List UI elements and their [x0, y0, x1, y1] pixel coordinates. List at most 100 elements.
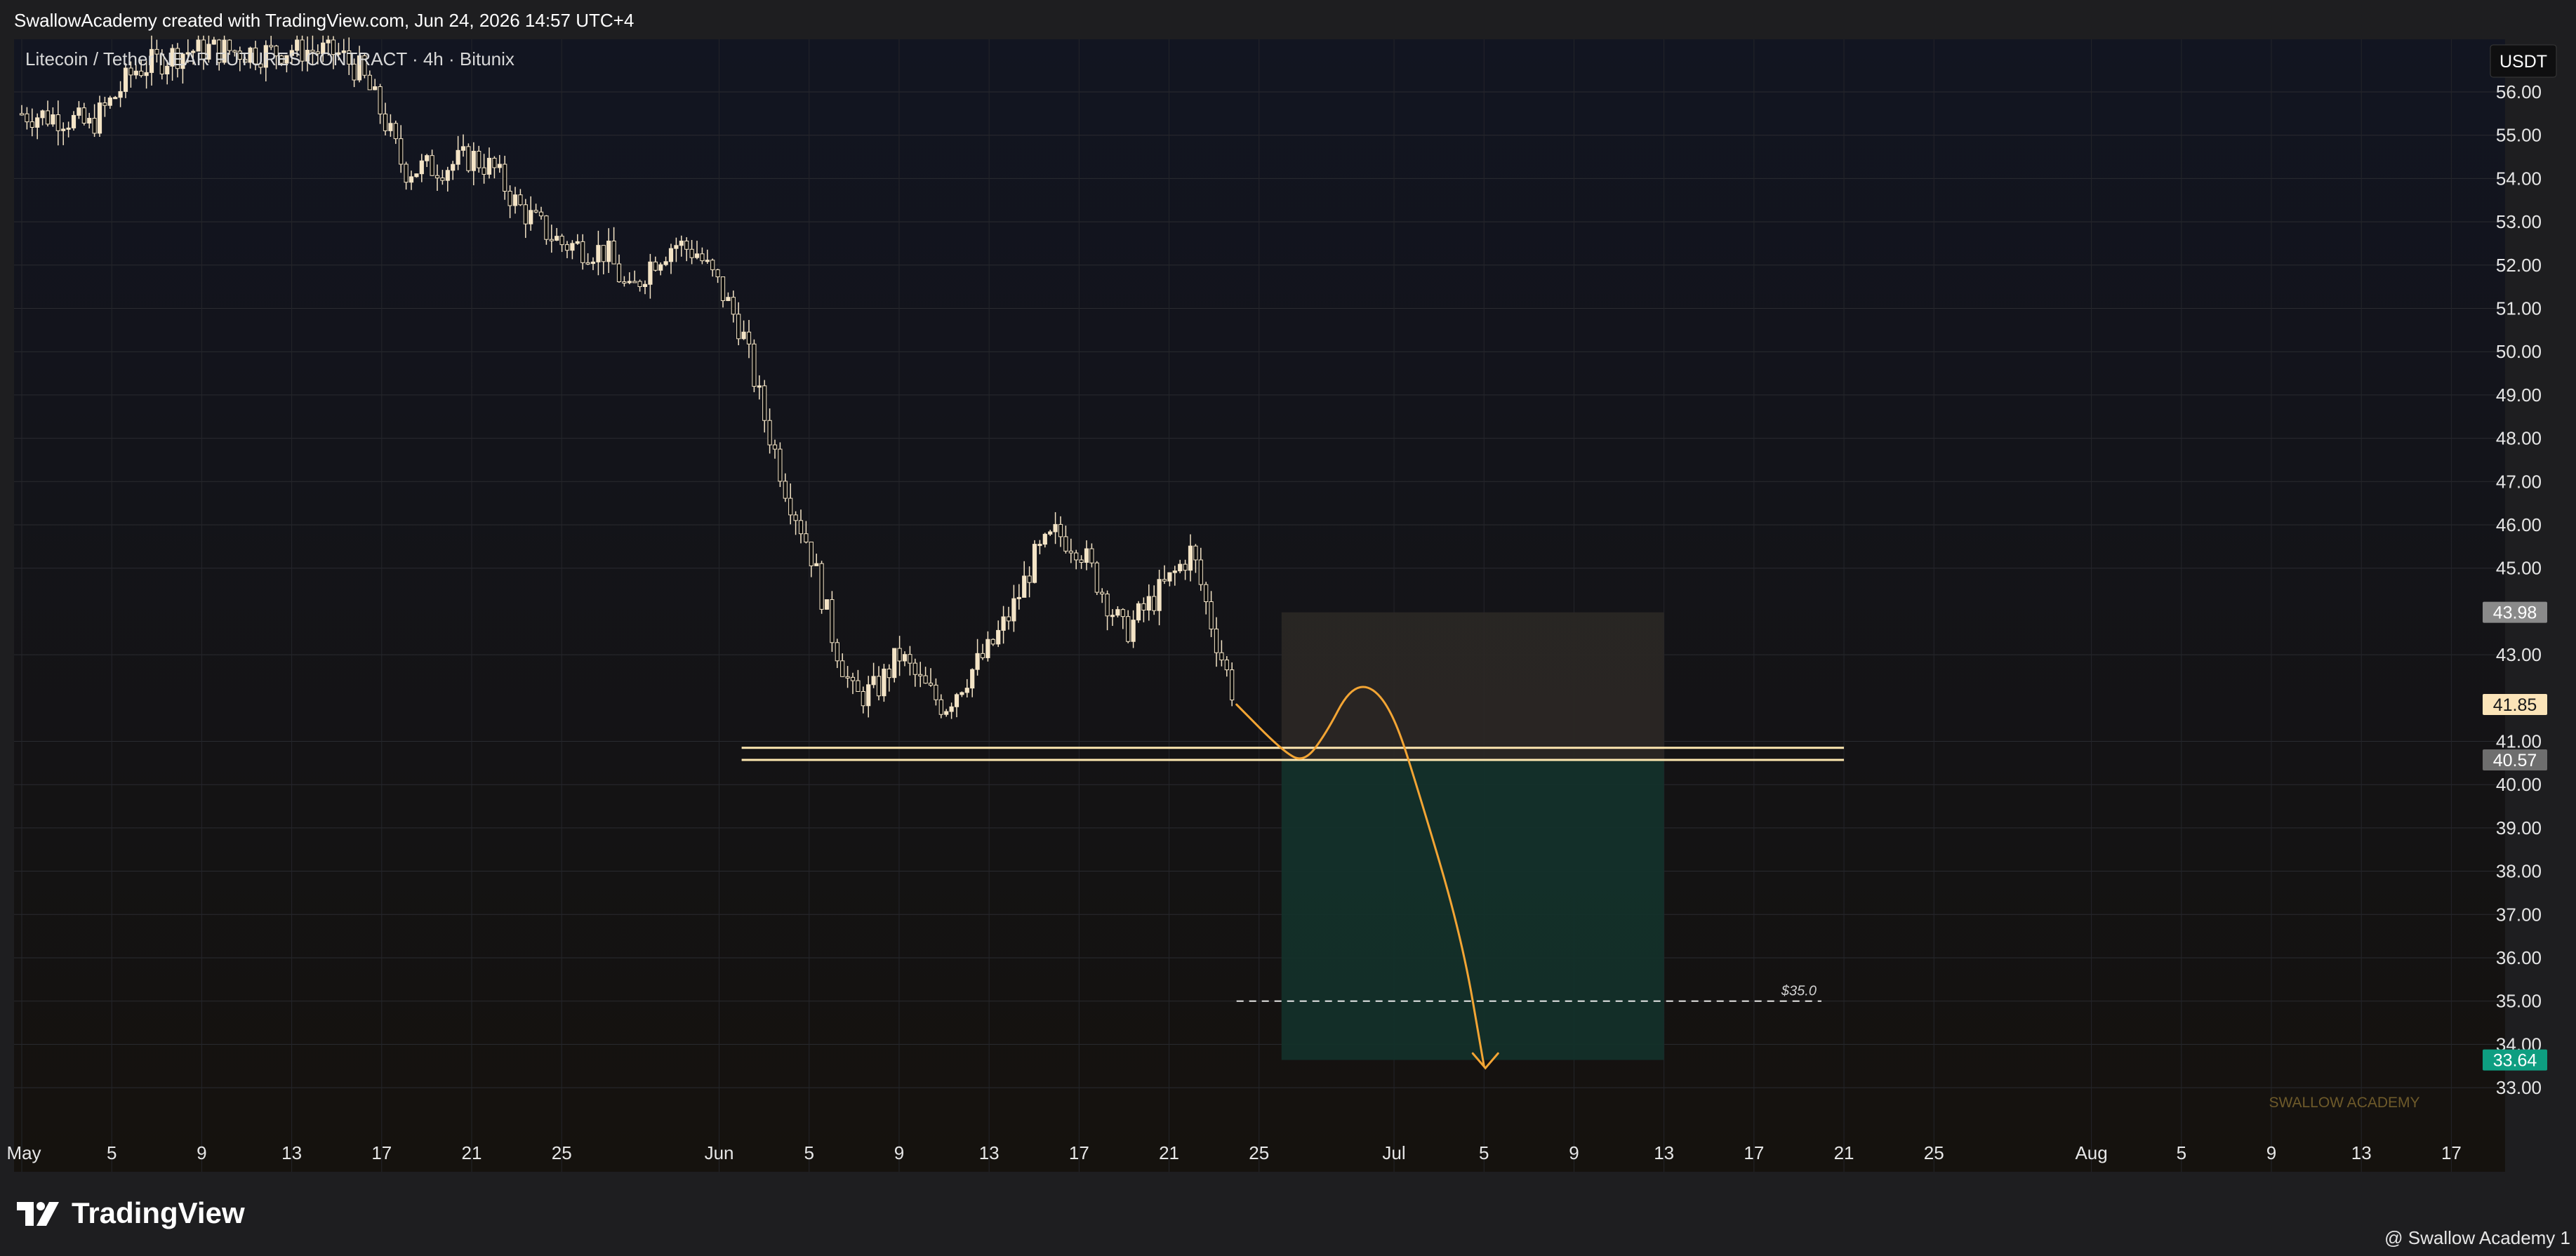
candle-body [533, 210, 538, 213]
candle-body [637, 281, 642, 288]
candle-body [1032, 544, 1037, 583]
candle-body [445, 170, 450, 181]
candle-body [960, 692, 964, 695]
candle-body [772, 444, 778, 450]
loss-zone [1281, 612, 1664, 761]
candle-body [419, 160, 424, 175]
candle-body [1001, 616, 1006, 631]
candle-body [850, 676, 856, 681]
candle-body [97, 102, 102, 134]
x-tick-label: Aug [2075, 1142, 2107, 1163]
candle-body [585, 262, 590, 265]
price-badge-label: 40.57 [2493, 751, 2537, 770]
x-tick-label: 17 [1744, 1142, 1764, 1163]
candle-body [1048, 531, 1053, 535]
y-tick-label: 51.00 [2496, 298, 2542, 319]
candle-body [679, 241, 684, 246]
candle-body [819, 563, 824, 610]
candle-body [835, 642, 839, 662]
candle-body [990, 639, 995, 645]
candle-body [866, 684, 871, 707]
x-tick-label: 17 [371, 1142, 392, 1163]
candle-body [944, 711, 949, 715]
candle-body [434, 175, 440, 179]
y-tick-label: 53.00 [2496, 211, 2542, 232]
candle-body [399, 138, 404, 165]
candle-body [590, 261, 596, 265]
candle-body [778, 448, 783, 482]
y-tick-label: 56.00 [2496, 81, 2542, 102]
x-tick-label: 21 [462, 1142, 482, 1163]
candle-body [555, 236, 559, 241]
candle-body [486, 157, 492, 175]
y-tick-label: 48.00 [2496, 428, 2542, 449]
x-tick-label: 5 [804, 1142, 814, 1163]
candle-body [949, 706, 954, 712]
candle-body [81, 107, 86, 123]
candle-body [824, 599, 830, 610]
candle-body [912, 662, 917, 675]
y-tick-label: 39.00 [2496, 817, 2542, 839]
candle-body [684, 241, 689, 250]
author-attribution[interactable]: @ Swallow Academy 1 [2384, 1227, 2570, 1249]
y-tick-label: 43.00 [2496, 644, 2542, 665]
candle-body [1183, 563, 1188, 571]
candle-body [1058, 523, 1063, 537]
x-tick-label: Jun [705, 1142, 734, 1163]
candle-body [715, 269, 720, 278]
candle-body [1006, 616, 1011, 622]
candle-body [985, 639, 990, 658]
price-chart[interactable]: $35.0 56.00 55.00 54.00 53.00 52.00 51.00 50.0… [0, 0, 2576, 1256]
candle-body [71, 114, 77, 128]
candle-body [1214, 628, 1219, 653]
x-tick-label: 13 [2351, 1142, 2372, 1163]
candle-body [378, 86, 383, 114]
candle-body [144, 72, 149, 76]
candle-body [1157, 579, 1162, 611]
candle-body [1063, 536, 1068, 552]
candle-body [1094, 562, 1099, 593]
y-tick-label: 41.00 [2496, 731, 2542, 752]
candle-body [622, 281, 627, 284]
candle-body [871, 676, 876, 686]
candle-body [934, 684, 938, 700]
candle-body [497, 163, 502, 168]
candle-body [512, 194, 518, 206]
candle-body [767, 420, 772, 446]
candle-body [1027, 575, 1032, 583]
chart-screenshot: SwallowAcademy created with TradingView.… [0, 0, 2576, 1256]
candle-body [19, 113, 25, 116]
x-tick-label: 25 [552, 1142, 572, 1163]
candle-body [564, 244, 570, 251]
candle-body [1152, 596, 1157, 611]
candle-body [616, 263, 622, 283]
candle-body [1167, 572, 1172, 582]
candle-body [139, 70, 144, 76]
y-tick-label: 33.00 [2496, 1077, 2542, 1098]
candle-body [741, 331, 746, 340]
symbol-label: Litecoin / Tether NEAR FUTURES CONTRACT … [25, 48, 514, 69]
candle-body [570, 243, 575, 251]
y-tick-label: 47.00 [2496, 471, 2542, 492]
candle-body [326, 39, 331, 44]
price-badge-label: 43.98 [2493, 603, 2537, 623]
y-tick-label: 54.00 [2496, 168, 2542, 189]
candle-body [77, 107, 81, 116]
candle-body [887, 668, 891, 679]
candle-body [523, 204, 528, 225]
candle-body [897, 648, 902, 662]
candle-body [1022, 575, 1027, 598]
candle-body [845, 676, 850, 679]
candle-body [596, 245, 601, 262]
profit-zone [1281, 760, 1664, 1060]
tradingview-logo[interactable]: TradingView [15, 1196, 245, 1230]
candle-body [1198, 559, 1203, 585]
x-tick-label: 5 [1479, 1142, 1489, 1163]
candle-body [1120, 609, 1125, 617]
currency-label: USDT [2499, 52, 2547, 72]
candle-body [648, 261, 653, 285]
candle-body [1126, 616, 1131, 642]
candle-body [689, 248, 694, 258]
y-tick-label: 40.00 [2496, 774, 2542, 795]
candle-body [1131, 620, 1136, 642]
